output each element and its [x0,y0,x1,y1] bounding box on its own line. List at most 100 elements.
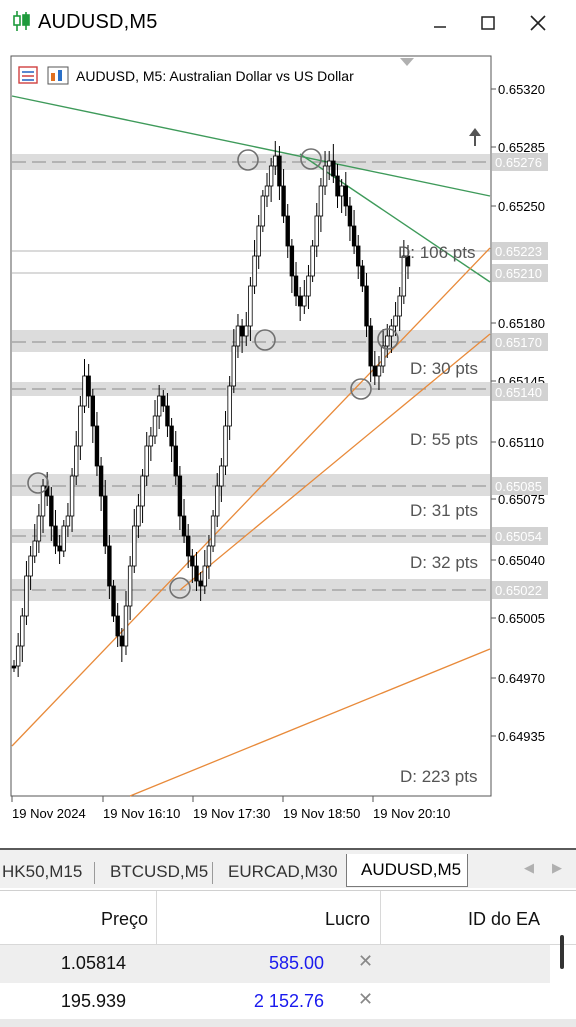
price-tick: 0.64970 [498,671,545,686]
maximize-icon [481,16,495,30]
tab-scroll-right-icon[interactable]: ▶ [552,860,562,876]
candle-body [326,160,332,167]
candle-body [297,295,303,307]
candle-body [127,565,133,607]
distance-label: D: 30 pts [410,359,478,378]
candle-body [202,565,207,587]
candle-body [318,185,324,217]
candle-body [86,375,91,397]
candle-body [32,540,37,557]
candle-body [215,485,220,517]
candle-body [36,515,42,542]
candle-body [20,615,25,647]
candle-body [393,315,398,327]
price-scale: 0.653200.652850.652500.651800.651450.651… [491,82,545,744]
candle-body [107,545,112,587]
table-scrollbar[interactable] [560,935,564,969]
candle-body [244,325,249,337]
candle-body [356,245,361,267]
candle-body [94,425,100,467]
candle-body [339,185,344,197]
candle-body [111,585,116,617]
row-profit: 585.00 [268,953,324,973]
candle-body [281,185,286,217]
level-price-label: 0.65085 [495,479,542,494]
maximize-button[interactable] [472,8,504,38]
candle-body [169,425,174,447]
candle-body [285,215,290,247]
distance-label: D: 223 pts [400,767,478,786]
chart-canvas[interactable]: AUDUSD, M5: Australian Dollar vs US Doll… [0,46,576,846]
candle-body [177,475,183,517]
candle-body [376,365,382,377]
column-header-price[interactable]: Preço [101,909,148,930]
distance-label: D: 55 pts [410,430,478,449]
column-header-profit[interactable]: Lucro [325,909,370,930]
candle-body [277,155,282,187]
candle-body [306,275,311,297]
candle-body [165,405,170,427]
candle-body [256,225,261,257]
close-position-icon[interactable]: ✕ [358,951,373,972]
candle-body [335,175,340,197]
distance-label: D: 32 pts [410,553,478,572]
candle-body [119,635,125,647]
level-band [12,474,490,496]
close-position-icon[interactable]: ✕ [358,989,373,1010]
candle-body [115,615,120,637]
candle-body [132,525,137,567]
candle-body [343,185,348,207]
candle-body [360,265,365,287]
window-title: AUDUSD,M5 [38,11,158,33]
level-price-label: 0.65170 [495,335,542,350]
time-tick: 19 Nov 16:10 [103,806,180,821]
candle-body [314,215,319,247]
candle-body [385,335,390,347]
candle-body [53,525,58,547]
price-tick: 0.65180 [498,316,545,331]
candle-body [15,645,21,667]
level-price-label: 0.65210 [495,266,542,281]
price-tick: 0.65285 [498,140,545,155]
candle-body [136,505,141,527]
candle-body [264,185,270,197]
candle-body [11,665,17,669]
tab-hk50[interactable]: HK50,M15 [0,858,92,886]
tab-audusd[interactable]: AUDUSD,M5 [346,854,468,887]
candle-body [227,385,232,427]
table-header: Preço Lucro ID do EA [0,891,576,945]
candle-body [194,565,199,582]
column-header-ea-id[interactable]: ID do EA [468,909,540,930]
price-tick: 0.65005 [498,611,545,626]
level-price-label: 0.65276 [495,155,542,170]
candle-body [181,515,187,537]
candle-body [210,515,216,547]
candle-body [239,325,245,337]
candle-body [252,255,257,287]
candle-body [185,535,191,557]
tab-eurcad[interactable]: EURCAD,M30 [218,858,348,886]
candle-body [148,435,154,447]
table-row[interactable]: 1.05814 585.00 ✕ [0,945,550,983]
chart-type-icon[interactable] [47,66,69,85]
candle-body [173,445,178,477]
minimize-button[interactable] [424,8,456,38]
title-bar[interactable]: AUDUSD,M5 [0,0,576,46]
candle-body [65,515,71,527]
table-row[interactable]: 195.939 2 152.76 ✕ [0,983,550,1021]
trade-table: Preço Lucro ID do EA 1.05814 585.00 ✕ 19… [0,890,576,1027]
close-icon [530,15,546,31]
candle-body [190,555,195,567]
candle-body [397,295,402,317]
time-tick: 19 Nov 17:30 [193,806,270,821]
candle-body [260,195,266,227]
tab-btcusd[interactable]: BTCUSD,M5 [100,858,218,886]
close-button[interactable] [522,8,554,38]
candle-body [302,295,307,307]
tab-scroll-left-icon[interactable]: ◀ [524,860,534,876]
level-price-label: 0.65140 [495,385,542,400]
row-price: 1.05814 [60,953,126,973]
candle-body [28,555,33,577]
price-chart[interactable]: AUDUSD, M5: Australian Dollar vs US Doll… [0,46,576,846]
level-price-label: 0.65223 [495,244,542,259]
